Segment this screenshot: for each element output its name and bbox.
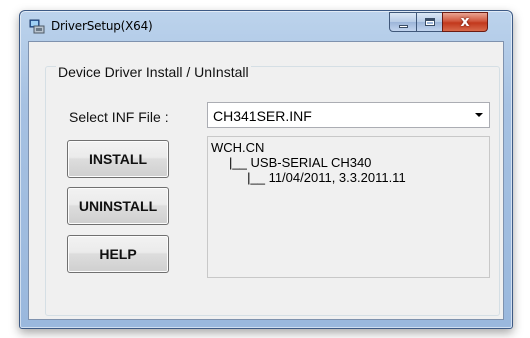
uninstall-button[interactable]: UNINSTALL [67, 187, 169, 225]
help-button[interactable]: HELP [67, 235, 169, 273]
info-device: |__ USB-SERIAL CH340 [211, 155, 372, 170]
inf-file-select[interactable]: CH341SER.INF [207, 102, 490, 128]
install-button[interactable]: INSTALL [67, 140, 169, 178]
maximize-button[interactable] [416, 12, 443, 32]
info-vendor: WCH.CN [211, 140, 265, 155]
info-version: |__ 11/04/2011, 3.3.2011.11 [211, 170, 406, 185]
minimize-button[interactable] [389, 12, 417, 32]
client-area: Device Driver Install / UnInstall Select… [28, 41, 504, 320]
app-icon [29, 19, 45, 34]
group-label: Device Driver Install / UnInstall [56, 64, 251, 80]
inf-file-value: CH341SER.INF [213, 108, 312, 124]
close-icon: x [460, 14, 470, 30]
chevron-down-icon[interactable] [475, 113, 483, 117]
driver-setup-window: DriverSetup(X64) x Device Driver Install… [19, 10, 513, 329]
window-title: DriverSetup(X64) [51, 19, 153, 33]
close-button[interactable]: x [442, 12, 488, 32]
driver-info-box: WCH.CN |__ USB-SERIAL CH340 |__ 11/04/20… [207, 136, 490, 278]
select-inf-label: Select INF File : [69, 109, 169, 125]
